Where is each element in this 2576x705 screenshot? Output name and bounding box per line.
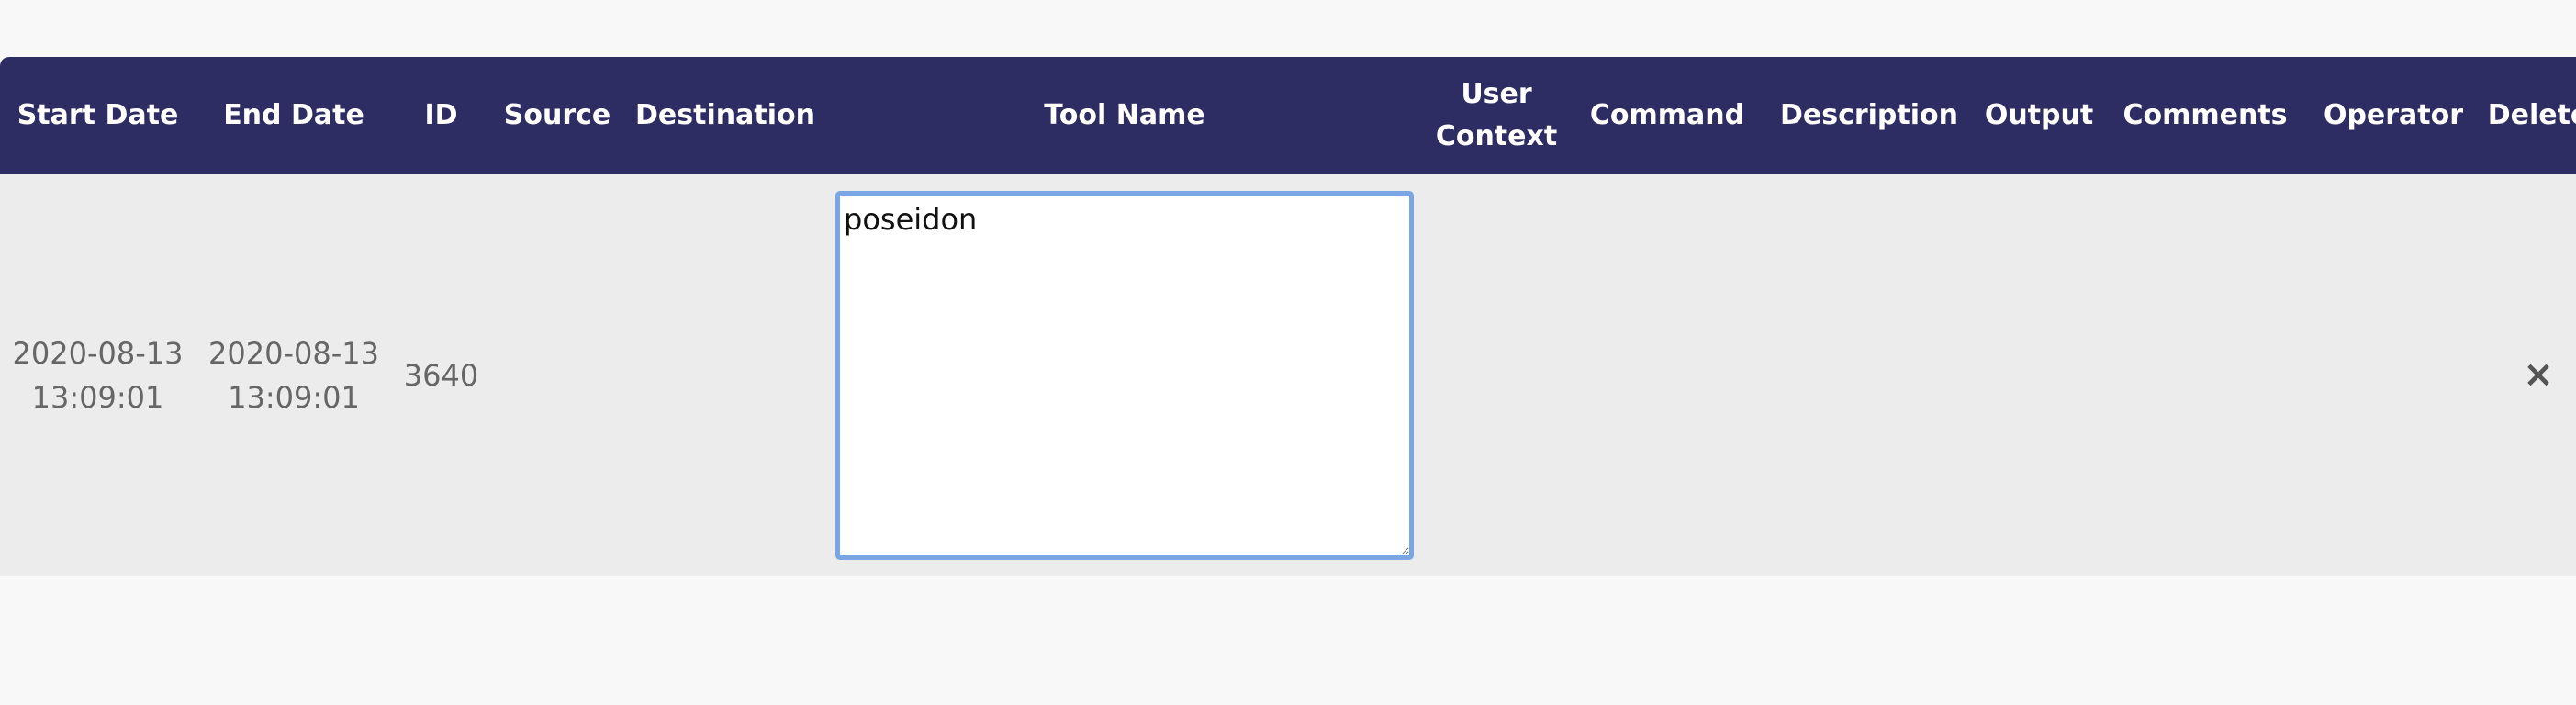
column-header-user-context[interactable]: User Context [1423, 57, 1570, 174]
column-header-destination[interactable]: Destination [624, 57, 826, 174]
column-header-tool-name[interactable]: Tool Name [826, 57, 1423, 174]
column-header-output[interactable]: Output [1974, 57, 2104, 174]
cell-destination[interactable] [624, 174, 826, 576]
operations-table-container: Start Date End Date ID Source Destinatio… [0, 57, 2576, 576]
column-header-operator[interactable]: Operator [2306, 57, 2481, 174]
column-header-source[interactable]: Source [490, 57, 624, 174]
cell-operator[interactable] [2306, 174, 2481, 576]
column-header-description[interactable]: Description [1764, 57, 1974, 174]
cell-id[interactable]: 3640 [392, 174, 490, 576]
delete-icon[interactable]: × [2523, 353, 2554, 396]
cell-command[interactable] [1570, 174, 1764, 576]
cell-tool-name: poseidon [826, 174, 1423, 576]
table-row: 2020-08-13 13:09:01 2020-08-13 13:09:01 … [0, 174, 2576, 576]
cell-comments[interactable] [2104, 174, 2306, 576]
cell-user-context[interactable] [1423, 174, 1570, 576]
table-header-row: Start Date End Date ID Source Destinatio… [0, 57, 2576, 174]
column-header-start-date[interactable]: Start Date [0, 57, 196, 174]
operations-table: Start Date End Date ID Source Destinatio… [0, 57, 2576, 576]
column-header-end-date[interactable]: End Date [196, 57, 392, 174]
cell-delete: × [2481, 174, 2576, 576]
column-header-command[interactable]: Command [1570, 57, 1764, 174]
column-header-id[interactable]: ID [392, 57, 490, 174]
cell-end-date[interactable]: 2020-08-13 13:09:01 [196, 174, 392, 576]
cell-description[interactable] [1764, 174, 1974, 576]
cell-output[interactable] [1974, 174, 2104, 576]
column-header-delete[interactable]: Delete [2481, 57, 2576, 174]
cell-start-date[interactable]: 2020-08-13 13:09:01 [0, 174, 196, 576]
cell-source[interactable] [490, 174, 624, 576]
column-header-comments[interactable]: Comments [2104, 57, 2306, 174]
tool-name-textarea[interactable]: poseidon [835, 190, 1414, 560]
